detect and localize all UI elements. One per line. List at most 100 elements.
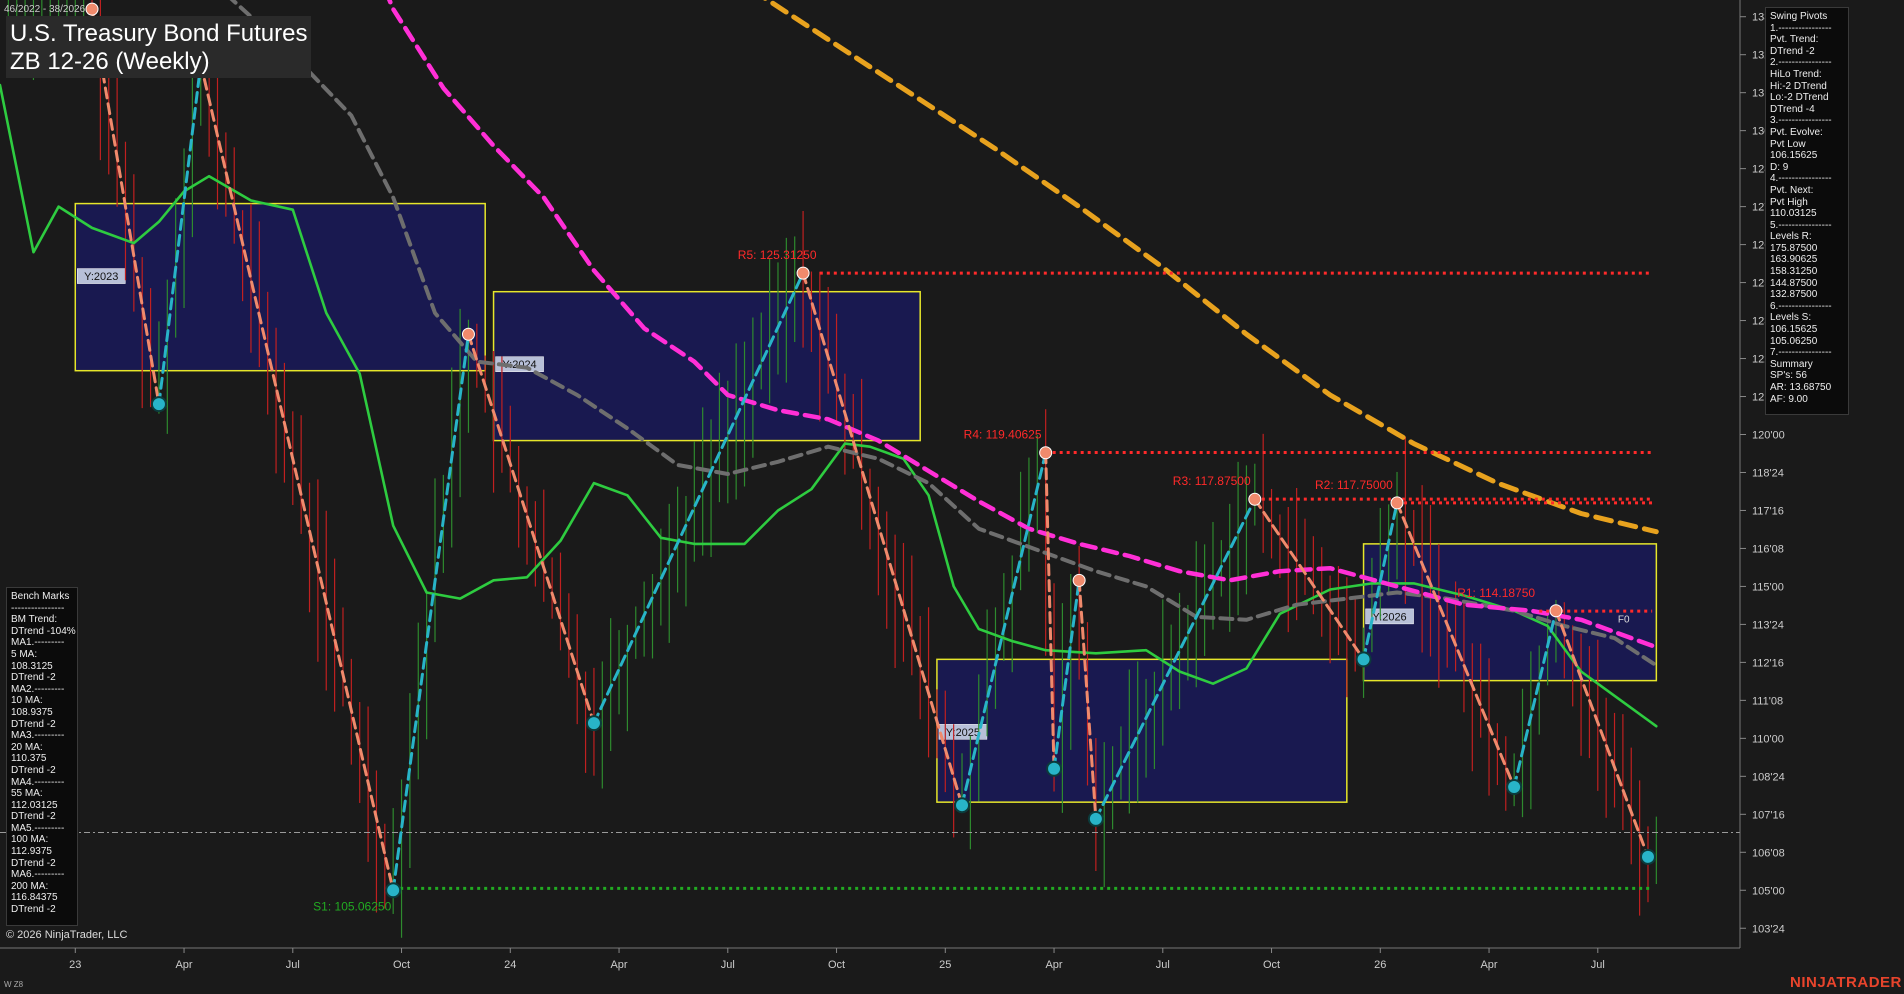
swing-lines [90, 7, 1650, 892]
swing-panel-line: 110.03125 [1770, 208, 1817, 220]
y-tick-label: 105'00 [1752, 885, 1785, 897]
bench-panel-line: Bench Marks [11, 591, 70, 602]
x-tick-label: Oct [828, 959, 845, 971]
bench-panel-line: 5 MA: [11, 648, 38, 660]
swing-panel-line: AR: 13.68750 [1770, 382, 1832, 393]
swing-panel-line: Levels R: [1770, 231, 1812, 243]
x-tick-label: Jul [721, 959, 735, 971]
swing-panel-line: Summary [1770, 358, 1813, 370]
bench-panel-line: MA5.--------- [11, 822, 65, 834]
y-tick-label: 112'16 [1752, 657, 1784, 669]
bench-panel-line: BM Trend: [11, 614, 58, 626]
y-tick-label: 117'16 [1752, 505, 1784, 517]
x-tick-label: 26 [1374, 959, 1386, 971]
y-tick-label: 107'16 [1752, 809, 1785, 821]
swing-panel-line: 158.31250 [1770, 266, 1818, 278]
swing-high-marker[interactable] [1390, 496, 1404, 510]
x-tick-label: Apr [610, 959, 627, 971]
swing-low-marker[interactable] [1046, 760, 1063, 777]
bench-panel-line: MA2.--------- [11, 683, 65, 695]
bench-panel-line: DTrend -2 [11, 857, 56, 869]
x-tick-label: Oct [393, 959, 410, 971]
bench-panel-line: MA4.--------- [11, 776, 65, 788]
swing-panel-line: Pvt. Trend: [1770, 34, 1819, 46]
swing-panel-line: D: 9 [1770, 161, 1789, 173]
swing-low-marker[interactable] [150, 396, 167, 413]
swing-panel-line: 106.15625 [1770, 324, 1818, 336]
resistance-level-label: R5: 125.31250 [738, 248, 817, 262]
bench-panel-line: ---------------- [11, 602, 65, 614]
swing-low-marker[interactable] [954, 797, 971, 814]
y-tick-label: 120'00 [1752, 430, 1785, 442]
x-tick-label: 23 [69, 959, 81, 971]
x-tick-label: Jul [286, 959, 300, 971]
swing-panel-line: DTrend -4 [1770, 103, 1815, 115]
bench-marks-panel: Bench Marks ---------------- BM Trend: DTre… [6, 587, 78, 926]
year-label-text: Y:2023 [84, 271, 118, 283]
swing-high-marker[interactable] [1039, 446, 1053, 460]
y-tick-label: 106'08 [1752, 847, 1785, 859]
swing-low-marker[interactable] [1355, 651, 1372, 668]
swing-panel-line: 7.---------------- [1770, 347, 1832, 359]
swing-panel-line: 3.---------------- [1770, 115, 1832, 127]
swing-low-marker[interactable] [385, 882, 402, 899]
swing-panel-line: Hi:-2 DTrend [1770, 80, 1827, 92]
swing-high-marker[interactable] [1248, 492, 1262, 506]
swing-low-marker[interactable] [585, 715, 602, 732]
bench-panel-line: 112.9375 [11, 846, 52, 858]
x-tick-label: Oct [1263, 959, 1280, 971]
date-range: 46/2022 - 38/2026 [4, 4, 86, 15]
year-label: Y:2023 [77, 268, 126, 284]
swing-panel-line: Lo:-2 DTrend [1770, 92, 1829, 104]
swing-high-marker[interactable] [1549, 604, 1563, 618]
x-tick-label: Apr [175, 959, 192, 971]
swing-high-marker[interactable] [796, 266, 810, 280]
swing-panel-line: Pvt Low [1770, 138, 1806, 150]
bench-panel-line: MA3.--------- [11, 730, 65, 742]
swing-high-marker[interactable] [85, 2, 99, 16]
swing-panel-line: SP's: 56 [1770, 370, 1807, 382]
swing-high-marker[interactable] [1072, 573, 1086, 587]
swing-low-marker[interactable] [1639, 848, 1656, 865]
price-chart[interactable]: Y:2023Y:2024Y:2025Y:2026 R5: 125.31250R4… [0, 0, 1904, 994]
swing-panel-line: AF: 9.00 [1770, 393, 1808, 405]
y-tick-label: 103'24 [1752, 923, 1785, 935]
swing-high-marker[interactable] [461, 327, 475, 341]
copyright: © 2026 NinjaTrader, LLC [6, 929, 128, 941]
swing-low-marker[interactable] [1087, 810, 1104, 827]
year-label-text: Y:2025 [946, 727, 980, 739]
y-tick-label: 115'00 [1752, 581, 1784, 593]
swing-low-marker[interactable] [1506, 778, 1523, 795]
swing-panel-line: 2.---------------- [1770, 57, 1832, 69]
swing-panel-line: Pvt. Evolve: [1770, 126, 1823, 138]
y-tick-label: 110'00 [1752, 733, 1784, 745]
swing-panel-line: 5.---------------- [1770, 219, 1832, 231]
brand-logo: NINJATRADER [1790, 974, 1902, 991]
swing-panel-line: HiLo Trend: [1770, 68, 1822, 80]
swing-panel-line: 163.90625 [1770, 254, 1818, 266]
bench-panel-line: DTrend -2 [11, 811, 56, 823]
year-label-text: Y:2026 [1372, 611, 1406, 623]
y-tick-label: 116'08 [1752, 543, 1784, 555]
bench-panel-line: DTrend -104% [11, 625, 76, 637]
swing-panel-line: 1.---------------- [1770, 22, 1832, 34]
bench-panel-line: DTrend -2 [11, 764, 56, 776]
resistance-level-label: R4: 119.40625 [964, 428, 1042, 442]
corner-label: W Z8 [4, 980, 24, 989]
swing-panel-line: Levels S: [1770, 312, 1812, 324]
y-tick-label: 108'24 [1752, 771, 1785, 783]
swing-panel-line: 132.87500 [1770, 289, 1818, 301]
bench-panel-line: 100 MA: [11, 834, 49, 846]
support-level-label: S1: 105.06250 [313, 899, 391, 913]
x-tick-label: Jul [1156, 959, 1170, 971]
bench-panel-line: 20 MA: [11, 741, 43, 753]
x-tick-label: 24 [504, 959, 516, 971]
x-tick-label: Jul [1591, 959, 1605, 971]
swing-panel-line: 106.15625 [1770, 150, 1818, 162]
bench-panel-line: DTrend -2 [11, 672, 56, 684]
y-tick-label: 118'24 [1752, 467, 1784, 479]
price-bars [7, 0, 1657, 938]
axes: 103'24 105'00 106'08 107'16 108'24 110'00 111'… [0, 0, 1904, 994]
bench-panel-line: 200 MA: [11, 880, 49, 892]
bench-panel-line: MA6.--------- [11, 869, 65, 881]
